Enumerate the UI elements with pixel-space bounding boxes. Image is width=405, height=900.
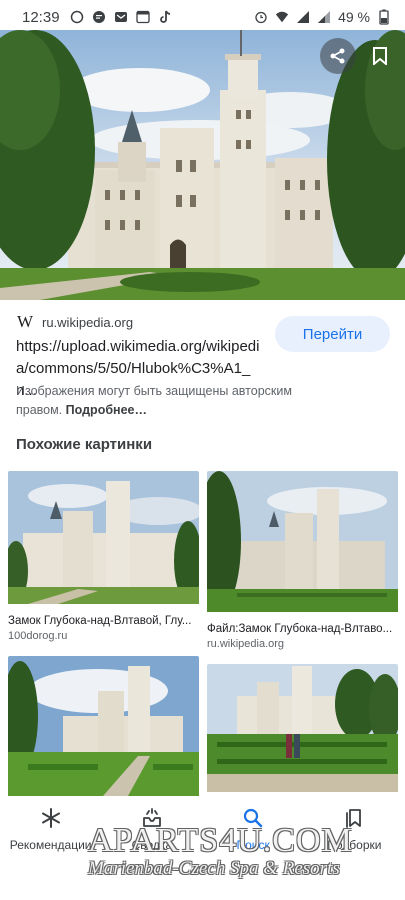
share-icon xyxy=(330,48,345,64)
card-source: 100dorog.ru xyxy=(8,630,68,642)
nav-label: Рекомендации xyxy=(9,838,92,852)
bookmark-button[interactable] xyxy=(362,38,398,74)
nav-label: Подборки xyxy=(327,838,382,852)
battery-text: 49 % xyxy=(338,9,370,25)
disclaimer-text: Изображения могут быть защищены авторски… xyxy=(16,384,292,417)
similar-image-thumbnail[interactable] xyxy=(207,471,398,617)
card-source: ru.wikipedia.org xyxy=(207,638,285,650)
wifi-icon xyxy=(275,10,289,24)
alarm-icon xyxy=(254,10,268,24)
similar-image-thumbnail[interactable] xyxy=(8,471,199,609)
nav-label: Поиск xyxy=(236,838,270,852)
source-domain: ru.wikipedia.org xyxy=(42,314,134,330)
nav-collections[interactable]: Подборки xyxy=(304,798,405,858)
status-time: 12:39 xyxy=(22,8,60,26)
mail-icon xyxy=(114,10,128,24)
message-icon xyxy=(92,10,106,24)
learn-more-link[interactable]: Подробнее… xyxy=(66,403,147,417)
hero-image[interactable] xyxy=(0,30,405,300)
similar-image-card[interactable]: Замок Глубока-над-Влтавой, Глу... 100dor… xyxy=(8,471,199,642)
similar-image-thumbnail[interactable] xyxy=(207,664,398,797)
whatsapp-icon xyxy=(70,10,84,24)
similar-image-card[interactable] xyxy=(207,664,398,797)
search-icon xyxy=(241,806,265,830)
copyright-disclaimer: Изображения могут быть защищены авторски… xyxy=(16,382,316,420)
share-button[interactable] xyxy=(320,38,356,74)
similar-images-title: Похожие картинки xyxy=(16,436,153,453)
card-title: Файл:Замок Глубока-над-Влтаво... xyxy=(207,623,393,635)
similar-image-thumbnail[interactable] xyxy=(8,656,199,801)
nav-label: Сводка xyxy=(131,838,173,852)
calendar-icon xyxy=(135,10,150,24)
signal-icon xyxy=(296,10,310,24)
nav-recommendations[interactable]: Рекомендации xyxy=(0,798,101,858)
tiktok-icon xyxy=(158,10,172,24)
source-info: W ru.wikipedia.org xyxy=(16,312,133,332)
goto-button[interactable]: Перейти xyxy=(275,316,390,352)
signal-icon-2 xyxy=(317,10,331,24)
collections-icon xyxy=(342,806,366,830)
similar-image-card[interactable]: Файл:Замок Глубока-над-Влтаво... ru.wiki… xyxy=(207,471,398,650)
wikipedia-logo-icon: W xyxy=(16,312,34,331)
watermark-line2: Marienbad-Czech Spa & Resorts xyxy=(88,858,340,879)
card-title: Замок Глубока-над-Влтавой, Глу... xyxy=(8,615,192,627)
bottom-navigation: Рекомендации Сводка Поиск Подборки xyxy=(0,798,405,858)
battery-icon xyxy=(377,9,391,25)
status-bar: 12:39 49 % xyxy=(0,0,405,34)
asterisk-icon xyxy=(39,806,63,830)
nav-summary[interactable]: Сводка xyxy=(101,798,202,858)
bookmark-icon xyxy=(373,47,387,65)
similar-image-card[interactable] xyxy=(8,656,199,801)
nav-search[interactable]: Поиск xyxy=(203,798,304,858)
tray-icon xyxy=(140,806,164,830)
